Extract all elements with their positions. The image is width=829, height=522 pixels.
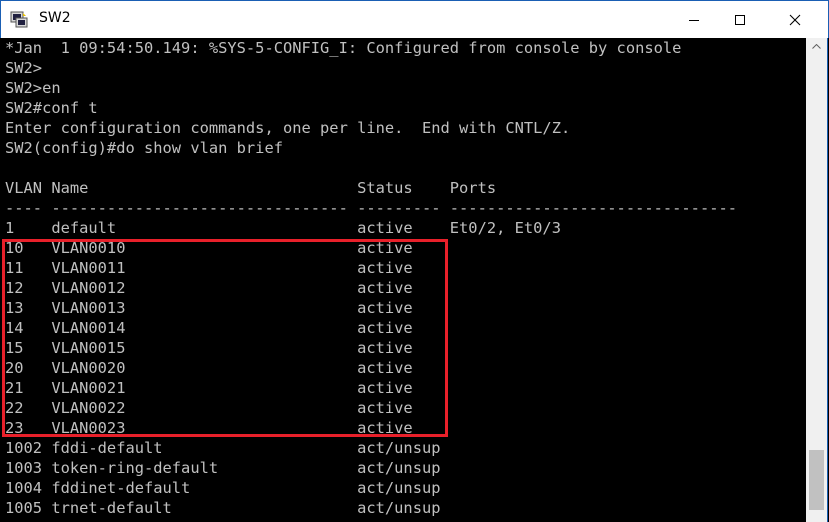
terminal-line: SW2>en [5,79,61,97]
maximize-icon [735,15,745,25]
close-icon [789,14,801,26]
vlan-row: 1005 trnet-default act/unsup [5,499,441,517]
chevron-up-icon [812,44,821,49]
terminal-window: SW2 *Jan 1 09:54:50.149: %SYS-5-CONFIG_I… [0,0,829,522]
terminal-line: Enter configuration commands, one per li… [5,119,571,137]
vlan-row: 1003 token-ring-default act/unsup [5,459,441,477]
scrollbar-thumb[interactable] [809,450,824,510]
terminal-line: SW2#conf t [5,99,98,117]
terminal-line: SW2(config)#do show vlan brief [5,139,283,157]
minimize-button[interactable] [671,1,717,38]
window-title: SW2 [39,10,71,26]
terminal-line: SW2> [5,59,43,77]
vlan-row: 1004 fddinet-default act/unsup [5,479,441,497]
vlan-row: 1002 fddi-default act/unsup [5,439,441,457]
title-bar[interactable]: SW2 [0,0,829,38]
scroll-up-button[interactable] [806,38,827,55]
highlight-annotation-box [2,239,448,437]
terminal-output[interactable]: *Jan 1 09:54:50.149: %SYS-5-CONFIG_I: Co… [1,38,806,522]
close-button[interactable] [763,1,829,38]
terminal-line: *Jan 1 09:54:50.149: %SYS-5-CONFIG_I: Co… [5,39,682,57]
vlan-table-divider: ---- -------------------------------- --… [5,199,738,217]
putty-app-icon[interactable] [10,11,28,28]
vertical-scrollbar[interactable] [806,38,828,522]
vlan-row: 1 default active Et0/2, Et0/3 [5,219,561,237]
maximize-button[interactable] [717,1,763,38]
minimize-icon [689,20,699,21]
vlan-table-header: VLAN Name Status Ports [5,179,497,197]
